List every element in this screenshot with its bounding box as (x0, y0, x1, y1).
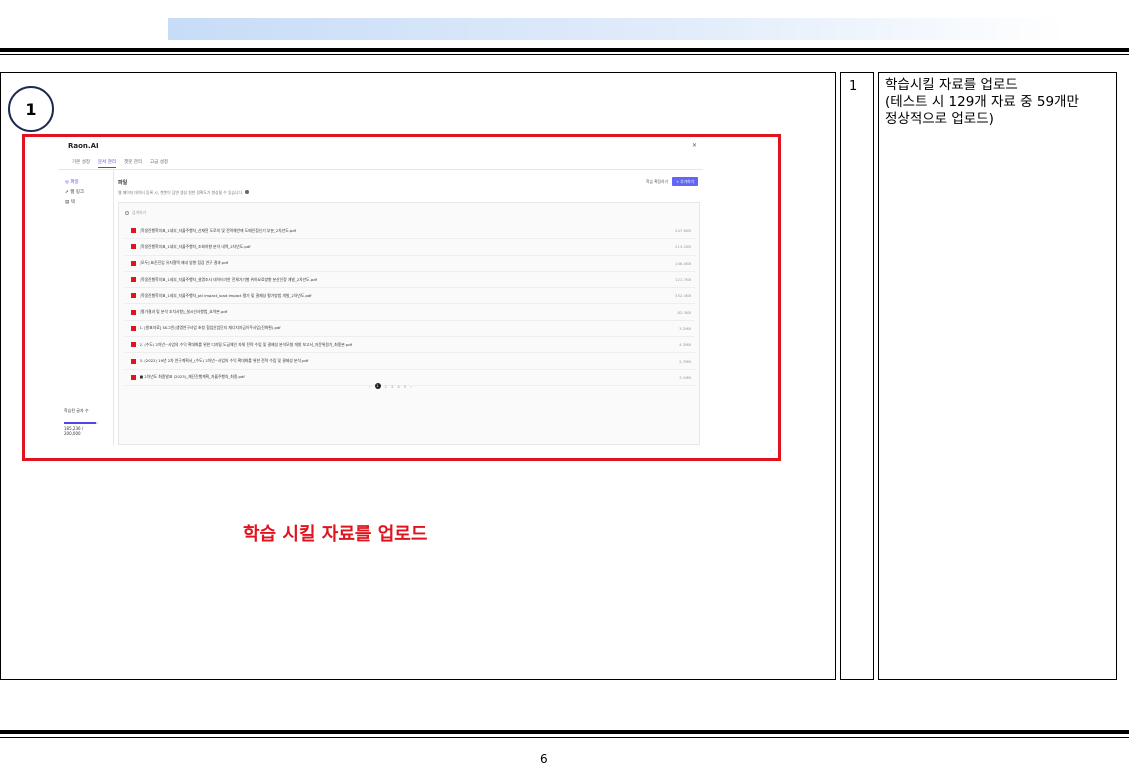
page-link[interactable]: 5 (404, 384, 406, 389)
description-line: (테스트 시 129개 자료 중 59개만 (885, 94, 1079, 110)
add-button[interactable]: + 추가하기 (672, 177, 698, 186)
file-name: [학생진행학의표_1세부_자율주행차_조회하향 분석 내역_2차년도.pdf (139, 243, 251, 249)
figure-caption: 학습 시킬 자료를 업로드 (243, 524, 428, 545)
file-size: 352.4KB (675, 293, 691, 299)
pdf-file-icon (131, 293, 136, 299)
file-row[interactable]: [학생진행학의표_1세부_자율주행차_산재된 도로의 및 전역체반에 도메인정신… (125, 223, 695, 240)
page-link[interactable]: ‹ (369, 384, 371, 389)
footer-rule (0, 730, 1129, 734)
step-number-badge: 1 (8, 86, 54, 132)
page-number: 6 (540, 752, 548, 764)
file-list: [학생진행학의표_1세부_자율주행차_산재된 도로의 및 전역체반에 도메인정신… (125, 223, 695, 386)
expand-learning-link[interactable]: 학습 확장하기 (646, 179, 668, 185)
quota-fill (64, 422, 96, 424)
header-rule (0, 48, 1129, 52)
tab-document-management[interactable]: 문서 관리 (98, 159, 116, 168)
description-line: 정상적으로 업로드) (885, 111, 994, 127)
description-line: 학습시킬 자료를 업로드 (885, 77, 1018, 93)
search-input[interactable]: 검색하기 (125, 208, 695, 218)
file-row[interactable]: 3. (2022) 19년 2차 연구계획서_(수도) 2차년~사업의 수익 확… (125, 353, 695, 370)
embedded-app-screenshot: Raon.AI ✕ 기본 설정 문서 관리 챗봇 관리 고급 설정 ◎ 파일 ⇗… (58, 138, 703, 446)
app-title: Raon.AI (68, 142, 99, 150)
tab-chatbot-management[interactable]: 챗봇 관리 (124, 159, 142, 168)
sidebar-item-web-links[interactable]: ⇗ 웹 링크 (65, 189, 84, 195)
file-name: 3. (2022) 19년 2차 연구계획서_(수도) 2차년~사업의 수익 확… (139, 358, 309, 364)
file-row[interactable]: [평가결과 및 분석 조치사항]_설시선사항법_요약본.pdf 82.3KB (125, 304, 695, 321)
file-size: 146.4KB (675, 260, 691, 266)
quota-bar (64, 422, 98, 424)
file-size: 213.2KB (675, 244, 691, 250)
file-size: 121.7KB (675, 277, 691, 283)
file-name: 2. (수도) 2차년~사업의 수익 확대화를 위한 디지털 도급체인 자체 전… (139, 341, 353, 347)
sidebar: ◎ 파일 ⇗ 웹 링크 ▤ 텍 학습된 글자 수 185,236 / 200,0… (58, 170, 114, 446)
pdf-file-icon (131, 260, 136, 266)
page-link[interactable]: 2 (385, 384, 387, 389)
file-size: 3.1MB (679, 374, 691, 380)
header-gradient-bar (168, 18, 1068, 40)
section-title: 파일 (118, 180, 128, 186)
close-icon[interactable]: ✕ (692, 142, 697, 149)
tab-basic-settings[interactable]: 기본 설정 (72, 159, 90, 168)
quota-widget: 학습된 글자 수 185,236 / 200,000 (64, 408, 100, 436)
pdf-file-icon (131, 309, 136, 315)
footer-rule-thin (0, 737, 1129, 738)
sidebar-item-files[interactable]: ◎ 파일 (65, 179, 79, 185)
page-link[interactable]: 4 (397, 384, 399, 389)
pdf-file-icon (131, 358, 136, 364)
sidebar-item-text[interactable]: ▤ 텍 (65, 199, 75, 205)
pdf-file-icon (131, 244, 136, 250)
info-icon[interactable] (245, 190, 250, 194)
file-row[interactable]: 2. (수도) 2차년~사업의 수익 확대화를 위한 디지털 도급체인 자체 전… (125, 337, 695, 354)
tab-bar: 기본 설정 문서 관리 챗봇 관리 고급 설정 (72, 159, 168, 168)
file-name: [학생진행학의표_1세부_자율주행차_산재된 도로의 및 전역체반에 도메인정신… (139, 227, 297, 233)
pdf-file-icon (131, 277, 136, 283)
file-row[interactable]: [학생진행학의표_1세부_자율주행차_ptl impact_load impac… (125, 288, 695, 305)
quota-value: 185,236 / 200,000 (64, 426, 84, 436)
tab-advanced-settings[interactable]: 고급 설정 (150, 159, 168, 168)
page-link[interactable]: › (410, 384, 412, 389)
file-row[interactable]: [학생진행학의표_1세부_자율주행차_설명조사 데이터기반 전체가기별 위하요료… (125, 272, 695, 289)
file-name: [학생진행학의표_1세부_자율주행차_설명조사 데이터기반 전체가기별 위하요료… (139, 276, 318, 282)
row-number: 1 (849, 79, 858, 94)
file-size: 82.3KB (677, 309, 691, 315)
file-list-panel: 검색하기 [학생진행학의표_1세부_자율주행차_산재된 도로의 및 전역체반에 … (118, 202, 700, 445)
pdf-file-icon (131, 342, 136, 348)
file-name: ■ 2차년도 최종발표 (2023)_재단진행계획_자율주행차_최종.pdf (139, 374, 245, 380)
file-name: [평가결과 및 분석 조치사항]_설시선사항법_요약본.pdf (139, 309, 228, 315)
file-size: 3.2MB (679, 325, 691, 331)
file-size: 2.7MB (679, 358, 691, 364)
file-name: 1. [발표자료] SK그린(생명연구사업 초청 협업산업단지 재너지자금이주사… (139, 325, 281, 331)
file-name: [모두] 표준진입 유지철택 제내 방향 점검 연구 결과.pdf (139, 260, 229, 266)
pdf-file-icon (131, 228, 136, 234)
tab-divider (58, 169, 703, 170)
page-link[interactable]: 3 (391, 384, 393, 389)
description-cell: 학습시킬 자료를 업로드 (테스트 시 129개 자료 중 59개만 정상적으로… (878, 72, 1117, 680)
header-rule-thin (0, 54, 1129, 55)
quota-label: 학습된 글자 수 (64, 408, 89, 413)
file-size: 247.6KB (675, 228, 691, 234)
pdf-file-icon (131, 374, 136, 380)
file-row[interactable]: 1. [발표자료] SK그린(생명연구사업 초청 협업산업단지 재너지자금이주사… (125, 321, 695, 338)
search-icon (125, 211, 129, 215)
file-size: 4.3MB (679, 342, 691, 348)
row-number-cell: 1 (840, 72, 874, 680)
pdf-file-icon (131, 325, 136, 331)
section-description: 웹 페이지 데이터 등록 시, 챗봇이 답변 생성 원천 정확도가 향상될 수 … (118, 190, 250, 196)
file-row[interactable]: [학생진행학의표_1세부_자율주행차_조회하향 분석 내역_2차년도.pdf 21… (125, 239, 695, 256)
file-row[interactable]: [모두] 표준진입 유지철택 제내 방향 점검 연구 결과.pdf 146.4KB (125, 256, 695, 272)
file-name: [학생진행학의표_1세부_자율주행차_ptl impact_load impac… (139, 292, 312, 298)
page-link[interactable]: 1 (374, 383, 381, 389)
pagination: ‹ 1 2 3 4 5 › (369, 383, 412, 389)
